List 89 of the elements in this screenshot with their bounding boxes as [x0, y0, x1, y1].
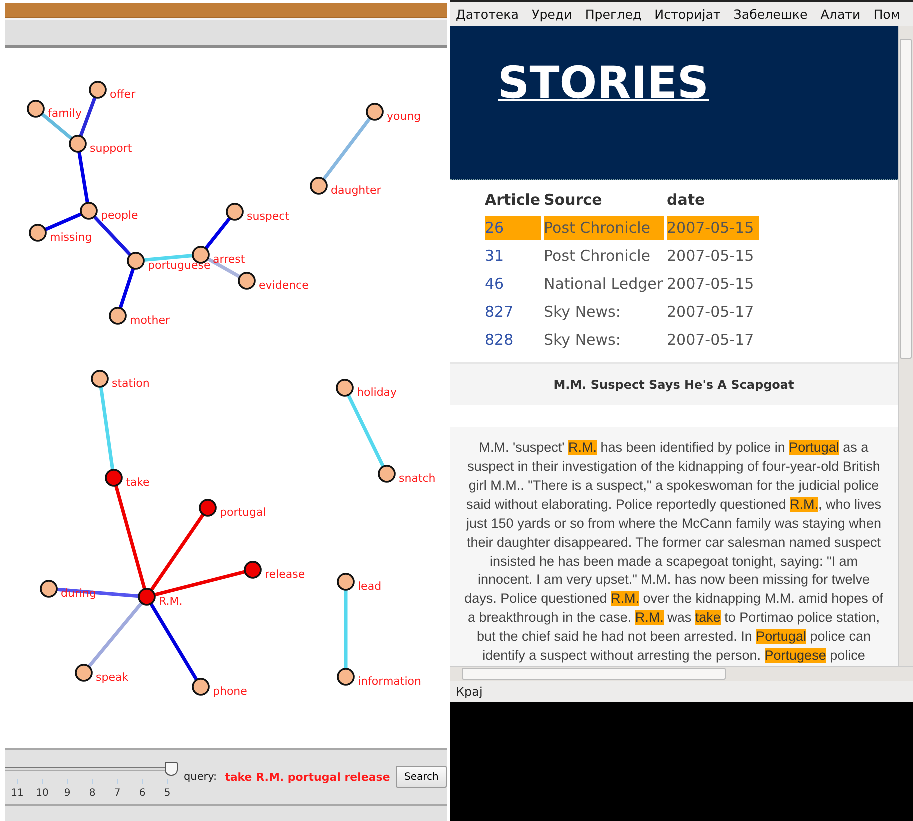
graph-node[interactable]	[75, 664, 93, 682]
menu-item[interactable]: Пом	[874, 6, 900, 22]
table-cell-text: Sky News:	[544, 330, 622, 351]
graph-node[interactable]	[89, 81, 107, 99]
article-title: M.M. Suspect Says He's A Scapgoat	[554, 378, 794, 392]
node-label: station	[112, 377, 150, 390]
column-header: date	[667, 190, 706, 211]
node-label: lead	[358, 580, 382, 593]
node-label: phone	[213, 685, 248, 698]
table-cell: 2007-05-15	[667, 216, 759, 240]
graph-node[interactable]	[366, 103, 384, 121]
node-label: daughter	[331, 184, 382, 197]
slider[interactable]	[5, 762, 175, 776]
node-label: family	[48, 107, 82, 120]
node-label: release	[265, 568, 306, 581]
graph-node[interactable]	[238, 272, 256, 290]
graph-node[interactable]	[127, 252, 145, 270]
page-title[interactable]: STORIES	[498, 58, 710, 109]
menu-item[interactable]: Преглед	[585, 6, 642, 22]
article-link[interactable]: 827	[485, 300, 541, 324]
graph-node[interactable]	[337, 573, 355, 591]
column-header: Article	[485, 190, 541, 211]
table-cell-text: Sky News:	[544, 302, 622, 323]
graph-node[interactable]	[109, 307, 127, 325]
node-label: snatch	[399, 472, 436, 485]
node-label: speak	[96, 671, 129, 684]
tick-label: 6	[139, 788, 146, 798]
node-label: arrest	[213, 253, 246, 266]
table-cell: Post Chronicle	[544, 216, 664, 240]
node-label: portuguese	[148, 259, 211, 272]
graph-node[interactable]	[310, 177, 328, 195]
table-cell-text: 2007-05-17	[667, 330, 756, 351]
tick-label: 8	[89, 788, 96, 798]
menu-item[interactable]: Уреди	[532, 6, 572, 22]
node-label: take	[126, 476, 150, 489]
graph-node[interactable]	[105, 469, 123, 487]
tick-label: 9	[64, 788, 71, 798]
graph-node[interactable]	[244, 561, 262, 579]
search-button[interactable]: Search	[396, 766, 447, 788]
node-label: R.M.	[159, 595, 183, 608]
node-label: information	[358, 675, 422, 688]
node-label: holiday	[357, 386, 398, 399]
query-label: query:	[184, 771, 218, 783]
table-cell-text: 2007-05-15	[667, 246, 756, 267]
node-label: people	[101, 209, 138, 222]
table-cell-text: 2007-05-15	[667, 274, 756, 295]
tick-label: 7	[114, 788, 121, 798]
menu-item[interactable]: Датотека	[456, 6, 520, 22]
node-label: evidence	[259, 279, 309, 292]
article-text: M.M. 'suspect' R.M. has been identified by police in Portugal as a suspect in their investigation of the kidnapping of four-year-old British girl M.M.. "There is a suspect," a spokeswoman for the judicial police said without elaborating. Police reportedly questioned R.M., who lives just 150 yards or so from where the McCann family was staying when their daughter disappeared. The former car salesman named suspect insisted he has been made a scapegoat tonight, saying: "I am innocent. I am very upset." M.M. has now been missing for twelve days. Police questioned R.M. over the kidnapping M.M. amid hopes of a breakthrough in the case. R.M. was take to Portimao police station, but the chief said he had not been arrested. In Portugal police can identify a suspect without arresting the person. Portugese police	[464, 439, 884, 666]
article-link[interactable]: 26	[485, 216, 541, 240]
node-label: missing	[50, 231, 92, 244]
node-label: mother	[130, 314, 170, 327]
vertical-scrollbar[interactable]	[898, 26, 913, 666]
graph-node[interactable]	[192, 678, 210, 696]
tick-label: 10	[36, 788, 49, 798]
node-label: portugal	[220, 506, 266, 519]
menu-item[interactable]: Историјат	[654, 6, 721, 22]
horizontal-scrollbar[interactable]	[450, 666, 913, 681]
table-cell-text: National Ledger	[544, 274, 664, 295]
query-text: take R.M. portugal release	[225, 770, 390, 784]
table-cell-text: 2007-05-17	[667, 302, 756, 323]
node-label: offer	[110, 88, 136, 101]
graph-node[interactable]	[199, 499, 217, 517]
graph-node[interactable]	[91, 370, 109, 388]
tick-label: 11	[11, 788, 24, 798]
article-link[interactable]: 828	[485, 328, 541, 352]
graph-node[interactable]	[138, 588, 156, 606]
graph-node[interactable]	[69, 135, 87, 153]
column-header: Source	[544, 190, 604, 211]
graph-node[interactable]	[337, 668, 355, 686]
graph-node[interactable]	[226, 203, 244, 221]
graph-node[interactable]	[80, 202, 98, 220]
node-label: suspect	[247, 210, 290, 223]
slider-thumb[interactable]	[165, 762, 178, 776]
tick-label: 5	[164, 788, 171, 798]
status-text: Крај	[456, 684, 483, 698]
node-label: support	[90, 142, 132, 155]
article-link[interactable]: 31	[485, 244, 541, 268]
graph-node[interactable]	[29, 224, 47, 242]
menu-item[interactable]: Алати	[820, 6, 861, 22]
graph-node[interactable]	[336, 379, 354, 397]
graph-node[interactable]	[27, 100, 45, 118]
node-label: young	[387, 110, 422, 123]
table-cell-text: Post Chronicle	[544, 246, 652, 267]
graph-node[interactable]	[40, 580, 58, 598]
article-link[interactable]: 46	[485, 272, 541, 296]
graph-node[interactable]	[378, 465, 396, 483]
menu-item[interactable]: Забелешке	[734, 6, 808, 22]
